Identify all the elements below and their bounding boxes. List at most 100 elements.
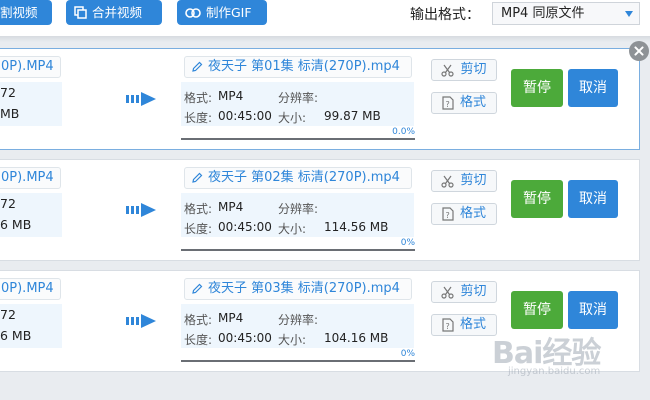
output-format-label: 输出格式：: [410, 7, 480, 23]
source-info-line2: 6 MB: [0, 217, 32, 232]
pause-button[interactable]: 暂停: [511, 291, 563, 329]
size-key: 大小:: [278, 222, 307, 236]
output-format-select[interactable]: MP4 同原文件: [492, 2, 640, 25]
output-file-name: 夜天子 第01集 标清(270P).mp4: [208, 59, 400, 74]
format-label: 格式: [459, 206, 486, 221]
close-icon[interactable]: [629, 41, 649, 61]
size-value: 104.16 MB: [324, 331, 389, 345]
format-doc-icon: ?: [442, 96, 454, 110]
cancel-button[interactable]: 取消: [568, 180, 618, 218]
duration-key: 长度:: [184, 111, 213, 125]
progress-bar: 0%: [181, 349, 415, 362]
source-info-line2: 6 MB: [0, 328, 32, 343]
task-row: 0P).MP4 72 6 MB 夜天子 第02集 标清(270P).mp4 格式…: [0, 159, 640, 261]
source-info: 72 MB: [0, 82, 62, 126]
pause-button[interactable]: 暂停: [511, 69, 563, 107]
cut-label: 剪切: [460, 284, 487, 299]
duration-key: 长度:: [184, 222, 213, 236]
resolution-key: 分辨率:: [278, 91, 319, 105]
size-key: 大小:: [278, 111, 307, 125]
format-button[interactable]: ? 格式: [431, 314, 497, 336]
cut-label: 剪切: [460, 173, 487, 188]
scissors-icon: [441, 286, 455, 299]
format-button[interactable]: ? 格式: [431, 92, 497, 114]
top-toolbar: 割视频 合并视频 制作GIF 输出格式： MP4 同原文件: [0, 0, 650, 36]
svg-text:?: ?: [445, 100, 449, 109]
make-gif-button[interactable]: 制作GIF: [177, 0, 267, 25]
merge-icon: [74, 6, 87, 19]
toolbar-shadow: [0, 36, 650, 42]
output-info: 格式: MP4 分辨率: 长度: 00:45:00 大小: 104.16 MB: [181, 304, 414, 348]
progress-percent: 0%: [400, 238, 415, 248]
format-key: 格式:: [184, 202, 213, 216]
cancel-button[interactable]: 取消: [568, 291, 618, 329]
cut-label: 剪切: [460, 62, 487, 77]
duration-key: 长度:: [184, 333, 213, 347]
task-row: 0P).MP4 72 MB 夜天子 第01集 标清(270P).mp4 格式: …: [0, 48, 640, 150]
pencil-icon: [192, 283, 203, 294]
convert-arrow-icon: [126, 314, 156, 328]
source-info-line1: 72: [0, 196, 16, 211]
format-key: 格式:: [184, 313, 213, 327]
convert-arrow-icon: [126, 92, 156, 106]
source-info: 72 6 MB: [0, 193, 62, 237]
cut-button[interactable]: 剪切: [431, 59, 497, 81]
convert-arrow-icon: [126, 203, 156, 217]
scissors-icon: [441, 64, 455, 77]
format-value: MP4: [218, 200, 244, 214]
svg-text:?: ?: [445, 322, 449, 331]
format-value: MP4: [218, 89, 244, 103]
resolution-key: 分辨率:: [278, 202, 319, 216]
duration-value: 00:45:00: [218, 220, 272, 234]
scissors-icon: [441, 175, 455, 188]
source-info-line2: MB: [0, 106, 20, 121]
pause-button[interactable]: 暂停: [511, 180, 563, 218]
cut-video-label: 割视频: [0, 5, 38, 20]
source-file-name: 0P).MP4: [0, 278, 61, 300]
progress-percent: 0.0%: [392, 127, 415, 137]
format-label: 格式: [459, 317, 486, 332]
watermark-subtext: jingyan.baidu.com: [508, 366, 601, 377]
make-gif-label: 制作GIF: [206, 5, 252, 20]
merge-video-label: 合并视频: [92, 5, 143, 20]
merge-video-button[interactable]: 合并视频: [66, 0, 162, 25]
source-file-name: 0P).MP4: [0, 56, 61, 78]
format-doc-icon: ?: [442, 207, 454, 221]
output-file-name-field[interactable]: 夜天子 第03集 标清(270P).mp4: [184, 278, 412, 300]
gif-icon: [185, 7, 201, 18]
source-file-name: 0P).MP4: [0, 167, 61, 189]
size-value: 99.87 MB: [324, 109, 381, 123]
progress-bar: 0%: [181, 238, 415, 251]
format-button[interactable]: ? 格式: [431, 203, 497, 225]
cancel-button[interactable]: 取消: [568, 69, 618, 107]
svg-text:?: ?: [445, 211, 449, 220]
source-info: 72 6 MB: [0, 304, 62, 348]
source-info-line1: 72: [0, 307, 16, 322]
output-file-name-field[interactable]: 夜天子 第01集 标清(270P).mp4: [184, 56, 412, 78]
cut-button[interactable]: 剪切: [431, 281, 497, 303]
dropdown-caret-icon: [625, 11, 633, 17]
output-info: 格式: MP4 分辨率: 长度: 00:45:00 大小: 99.87 MB: [181, 82, 414, 126]
source-info-line1: 72: [0, 85, 16, 100]
cut-video-button[interactable]: 割视频: [0, 0, 52, 25]
format-label: 格式: [459, 95, 486, 110]
progress-bar: 0.0%: [181, 127, 415, 140]
size-value: 114.56 MB: [324, 220, 389, 234]
pencil-icon: [192, 61, 203, 72]
format-value: MP4: [218, 311, 244, 325]
output-file-name-field[interactable]: 夜天子 第02集 标清(270P).mp4: [184, 167, 412, 189]
output-info: 格式: MP4 分辨率: 长度: 00:45:00 大小: 114.56 MB: [181, 193, 414, 237]
size-key: 大小:: [278, 333, 307, 347]
pencil-icon: [192, 172, 203, 183]
progress-percent: 0%: [400, 349, 415, 359]
output-file-name: 夜天子 第03集 标清(270P).mp4: [208, 281, 400, 296]
cut-button[interactable]: 剪切: [431, 170, 497, 192]
duration-value: 00:45:00: [218, 109, 272, 123]
duration-value: 00:45:00: [218, 331, 272, 345]
baidu-watermark: Bai经验 jingyan.baidu.com: [492, 328, 601, 377]
format-key: 格式:: [184, 91, 213, 105]
format-doc-icon: ?: [442, 318, 454, 332]
output-format-value: MP4 同原文件: [501, 6, 585, 21]
output-file-name: 夜天子 第02集 标清(270P).mp4: [208, 170, 400, 185]
resolution-key: 分辨率:: [278, 313, 319, 327]
